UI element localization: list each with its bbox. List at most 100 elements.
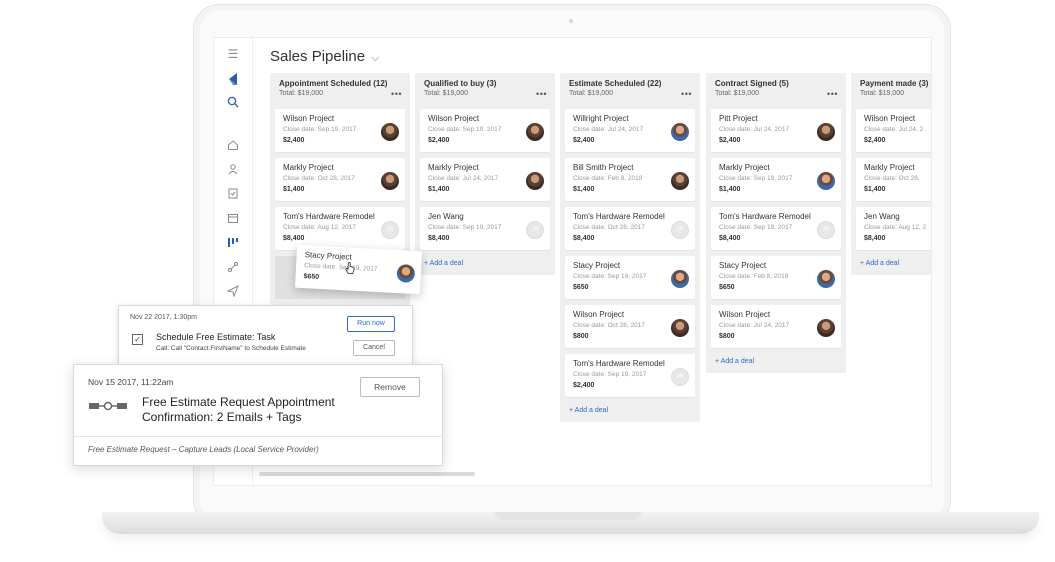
deal-amount: $2,400 [283, 137, 305, 144]
task-call-text: Call: Call "Contact.FirstName" to Schedu… [156, 345, 306, 352]
deal-card[interactable]: Jen Wang Close date: Sep 19, 2017 $8,400 JR [420, 207, 550, 250]
avatar [817, 319, 835, 337]
calendar-icon[interactable] [226, 212, 240, 226]
deal-amount: $2,400 [719, 137, 741, 144]
pipeline-icon[interactable] [226, 236, 240, 250]
column-name: Appointment Scheduled (12) [279, 79, 388, 88]
automation-footer: Free Estimate Request – Capture Leads (L… [88, 445, 319, 454]
deal-card[interactable]: Wilson Project Close date: Oct 28, 2017 $8… [565, 305, 695, 348]
deal-close-date: Close date: Oct 28, [864, 175, 920, 182]
avatar [817, 270, 835, 288]
automation-icon[interactable] [226, 261, 240, 275]
run-now-button[interactable]: Run now [347, 316, 395, 332]
avatar [526, 123, 544, 141]
deal-card[interactable]: Wilson Project Close date: Jul 24, 2017 $8… [711, 305, 841, 348]
deal-card[interactable]: Willright Project Close date: Jul 24, 201… [565, 109, 695, 152]
deal-close-date: Close date: Sep 19, 2017 [573, 273, 647, 280]
search-icon[interactable] [226, 96, 240, 110]
column-total: Total: $19,000 [569, 90, 613, 97]
column-name: Estimate Scheduled (22) [569, 79, 662, 88]
deal-card[interactable]: Markly Project Close date: Oct 28, $1,400 [856, 158, 931, 201]
avatar [671, 172, 689, 190]
remove-button[interactable]: Remove [360, 377, 420, 397]
contacts-icon[interactable] [226, 163, 240, 177]
column-header: Qualified to buy (3) Total: $19,000 ••• [415, 73, 555, 109]
dragging-deal-card[interactable]: Stacy Project Close date: Sep 19, 2017 $… [294, 244, 423, 295]
column-name: Qualified to buy (3) [424, 79, 497, 88]
deal-name: Wilson Project [573, 310, 625, 319]
more-options-icon[interactable]: ••• [827, 89, 838, 99]
deal-card[interactable]: Tom's Hardware Remodel Close date: Oct 28… [565, 207, 695, 250]
deal-card[interactable]: Markly Project Close date: Jul 24, 2017 $1… [420, 158, 550, 201]
horizontal-scrollbar[interactable] [259, 472, 475, 476]
more-options-icon[interactable]: ••• [681, 89, 692, 99]
deal-card[interactable]: Stacy Project Close date: Sep 19, 2017 $65… [565, 256, 695, 299]
cancel-button[interactable]: Cancel [353, 340, 395, 356]
more-options-icon[interactable]: ••• [536, 89, 547, 99]
deal-close-date: Close date: Jul 24, 2 [864, 126, 924, 133]
deal-name: Stacy Project [573, 261, 621, 270]
deal-close-date: Close date: Sep 19, 2017 [283, 126, 357, 133]
column-total: Total: $19,000 [424, 90, 468, 97]
more-options-icon[interactable]: ••• [391, 89, 402, 99]
add-deal-link[interactable]: + Add a deal [560, 403, 700, 422]
deal-name: Markly Project [864, 163, 915, 172]
avatar [671, 319, 689, 337]
avatar [526, 172, 544, 190]
deal-close-date: Close date: Jul 24, 2017 [573, 126, 644, 133]
deal-card[interactable]: Stacy Project Close date: Feb 8, 2018 $650 [711, 256, 841, 299]
add-deal-link[interactable]: + Add a deal [851, 256, 931, 275]
avatar: JR [381, 221, 399, 239]
avatar: JR [671, 221, 689, 239]
deal-card[interactable]: Wilson Project Close date: Jul 24, 2 $2,40… [856, 109, 931, 152]
deal-close-date: Close date: Oct 28, 2017 [573, 224, 645, 231]
add-deal-link[interactable]: + Add a deal [706, 354, 846, 373]
chevron-down-icon[interactable]: ⌵ [371, 52, 379, 64]
deal-close-date: Close date: Aug 12, 2 [864, 224, 927, 231]
home-icon[interactable] [226, 139, 240, 153]
deal-card[interactable]: Tom's Hardware Remodel Close date: Sep 19… [565, 354, 695, 397]
deal-card[interactable]: Markly Project Close date: Oct 28, 2017 $1… [275, 158, 405, 201]
tasks-icon[interactable] [226, 187, 240, 201]
deal-amount: $1,400 [573, 186, 595, 193]
deal-amount: $1,400 [428, 186, 450, 193]
automation-title: Free Estimate Request Appointment Confir… [142, 395, 335, 424]
menu-icon[interactable]: ☰ [226, 47, 240, 61]
automation-timestamp: Nov 15 2017, 11:22am [88, 377, 174, 387]
deal-name: Markly Project [283, 163, 334, 172]
deal-name: Pitt Project [719, 114, 758, 123]
deal-card[interactable]: Wilson Project Close date: Sep 19, 2017 $2… [275, 109, 405, 152]
deal-close-date: Close date: Feb 8, 2018 [573, 175, 643, 182]
column-header: Payment made (3) Total: $19,000 [851, 73, 931, 109]
deal-card[interactable]: Wilson Project Close date: Sep 19, 2017 $2… [420, 109, 550, 152]
avatar [817, 172, 835, 190]
deal-amount: $2,400 [573, 382, 595, 389]
page-title[interactable]: Sales Pipeline ⌵ [270, 48, 379, 65]
hand-cursor-icon [345, 262, 355, 275]
deal-amount: $1,400 [283, 186, 305, 193]
deal-amount: $2,400 [573, 137, 595, 144]
deal-name: Tom's Hardware Remodel [573, 359, 665, 368]
send-icon[interactable] [226, 284, 240, 299]
deal-card[interactable]: Tom's Hardware Remodel Close date: Sep 19… [711, 207, 841, 250]
column-total: Total: $19,000 [715, 90, 759, 97]
avatar [381, 123, 399, 141]
deal-card[interactable]: Pitt Project Close date: Jul 24, 2017 $2,4… [711, 109, 841, 152]
deal-card[interactable]: Markly Project Close date: Sep 19, 2017 $1… [711, 158, 841, 201]
deal-card[interactable]: Jen Wang Close date: Aug 12, 2 $8,400 [856, 207, 931, 250]
deal-name: Markly Project [719, 163, 770, 172]
deal-amount: $800 [719, 333, 735, 340]
deal-card[interactable]: Bill Smith Project Close date: Feb 8, 201… [565, 158, 695, 201]
deal-close-date: Close date: Jul 24, 2017 [428, 175, 499, 182]
deal-name: Bill Smith Project [573, 163, 634, 172]
deal-card[interactable]: Tom's Hardware Remodel Close date: Aug 12… [275, 207, 405, 250]
pipeline-column: Payment made (3) Total: $19,000 Wilson Pro… [851, 73, 931, 275]
task-timestamp: Nov 22 2017, 1:30pm [130, 314, 197, 321]
logo-icon[interactable] [226, 72, 240, 86]
deal-name: Wilson Project [864, 114, 916, 123]
deal-name: Wilson Project [283, 114, 335, 123]
deal-amount: $1,400 [719, 186, 741, 193]
task-checkbox[interactable]: ✓ [132, 334, 143, 345]
divider [74, 436, 442, 437]
add-deal-link[interactable]: + Add a deal [415, 256, 555, 275]
